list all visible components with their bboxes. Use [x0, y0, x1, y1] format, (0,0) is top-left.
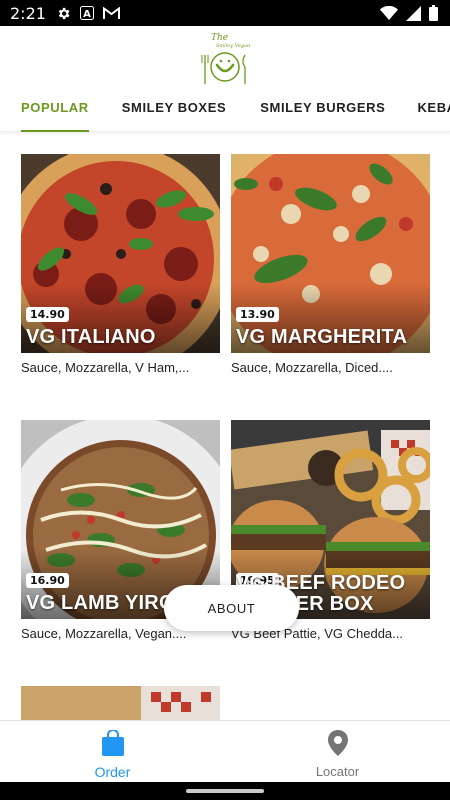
- tab-smiley-burgers[interactable]: SMILEY BURGERS: [260, 90, 385, 132]
- a-badge-icon: A: [79, 6, 94, 20]
- nav-order[interactable]: Order: [0, 721, 225, 782]
- category-tabs: POPULAR SMILEY BOXES SMILEY BURGERS KEBA…: [0, 90, 450, 132]
- system-gesture-bar: [0, 782, 450, 800]
- location-pin-icon: [327, 730, 349, 761]
- battery-icon: [429, 5, 438, 21]
- product-card-vg-margherita[interactable]: 13.90 VG MARGHERITA Sauce, Mozzarella, D…: [231, 154, 430, 375]
- product-description: Sauce, Mozzarella, V Ham,...: [21, 360, 190, 375]
- nav-locator-label: Locator: [315, 764, 360, 779]
- product-image: [21, 686, 220, 720]
- gear-icon: [56, 6, 71, 21]
- home-gesture-handle[interactable]: [186, 789, 264, 793]
- product-name: VG LAMB YIRO: [26, 592, 175, 614]
- signal-icon: [406, 5, 421, 21]
- price-badge: 14.90: [26, 307, 69, 322]
- tab-smiley-boxes[interactable]: SMILEY BOXES: [122, 90, 226, 132]
- logo-text-the: The: [211, 33, 228, 43]
- nav-locator[interactable]: Locator: [225, 721, 450, 782]
- svg-text:A: A: [83, 9, 91, 20]
- app-screen: 2:21 A The Smiley Vegan POPULAR SMILEY B…: [0, 0, 450, 800]
- product-card-vg-italiano[interactable]: 14.90 VG ITALIANO Sauce, Mozzarella, V H…: [21, 154, 220, 375]
- product-image: 14.90 VG ITALIANO: [21, 154, 220, 353]
- product-description: Sauce, Mozzarella, Diced....: [231, 360, 393, 375]
- app-header: The Smiley Vegan: [0, 26, 450, 90]
- product-name: VG ITALIANO: [26, 326, 156, 348]
- product-image: 13.90 VG MARGHERITA: [231, 154, 430, 353]
- product-card-partial[interactable]: [21, 686, 220, 720]
- price-badge: 16.90: [26, 573, 69, 588]
- shopping-bag-icon: [101, 729, 125, 761]
- product-name: VG MARGHERITA: [236, 326, 408, 348]
- price-badge: 13.90: [236, 307, 279, 322]
- gmail-icon: [102, 6, 120, 20]
- nav-order-label: Order: [94, 764, 131, 780]
- tab-kebab[interactable]: KEBAB (Y: [417, 90, 450, 132]
- smiley-vegan-logo: The Smiley Vegan: [201, 33, 250, 84]
- wifi-icon: [380, 6, 398, 20]
- tab-popular[interactable]: POPULAR: [21, 90, 89, 132]
- logo-text-name: Smiley Vegan: [216, 43, 250, 49]
- status-bar: 2:21 A: [0, 0, 450, 26]
- status-time: 2:21: [10, 3, 46, 23]
- about-button[interactable]: ABOUT: [164, 585, 299, 631]
- bottom-navigation: Order Locator: [0, 720, 450, 782]
